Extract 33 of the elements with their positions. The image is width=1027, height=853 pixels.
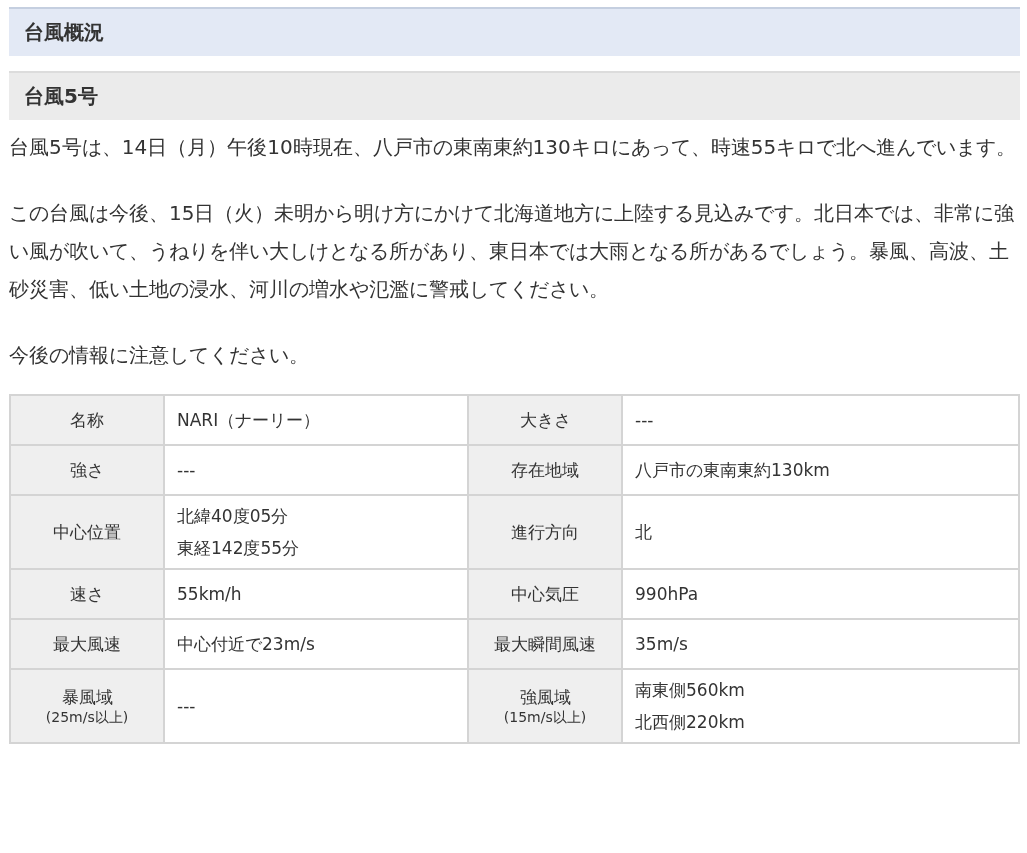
label-text: 最大瞬間風速 — [493, 632, 598, 656]
label-note: (25m/s以上) — [44, 708, 130, 727]
value-text: 990hPa — [635, 583, 700, 606]
value-text: 中心付近で23m/s — [177, 633, 316, 656]
label-text: 速さ — [69, 582, 105, 606]
label-text: 暴風域 — [60, 685, 114, 709]
label-text: 存在地域 — [510, 458, 581, 482]
value-text: 東経142度55分 — [177, 537, 301, 560]
label-note: (15m/s以上) — [502, 708, 588, 727]
label-text: 強さ — [69, 458, 105, 482]
paragraph: この台風は今後、15日（火）未明から明け方にかけて北海道地方に上陸する見込みです。北日本では、非常に強い風が吹いて、うねりを伴い大しけとなる所があり、東日本では大雨となる所があるでしょう。暴風、高波、土砂災害、低い土地の浸水、河川の増水や氾濫に警戒してください。 — [9, 200, 1016, 303]
value-text: NARI（ナーリー） — [177, 409, 322, 432]
label-text: 進行方向 — [510, 520, 581, 544]
value-text: 北 — [635, 521, 654, 544]
label-text: 強風域 — [518, 685, 572, 709]
value-text: 北緯40度05分 — [177, 505, 290, 528]
value-text: 八戸市の東南東約130km — [635, 459, 831, 482]
value-text: 南東側560km — [635, 679, 746, 702]
value-text: --- — [635, 409, 655, 432]
value-text: 北西側220km — [635, 711, 746, 734]
typhoon-heading: 台風5号 — [9, 71, 1020, 120]
label-text: 中心気圧 — [510, 582, 581, 606]
value-text: 35m/s — [635, 633, 689, 656]
label-text: 最大風速 — [52, 632, 122, 656]
section-heading: 台風概況 — [9, 7, 1020, 56]
label-text: 名称 — [69, 408, 105, 432]
value-text: --- — [177, 695, 197, 718]
paragraph: 台風5号は、14日（月）午後10時現在、八戸市の東南東約130キロにあって、時速55キロで北へ進んでいます。 — [9, 134, 1018, 161]
value-text: --- — [177, 459, 197, 482]
value-text: 55km/h — [177, 583, 243, 606]
label-text: 中心位置 — [52, 520, 122, 544]
label-text: 大きさ — [518, 408, 572, 432]
paragraph: 今後の情報に注意してください。 — [9, 342, 310, 369]
